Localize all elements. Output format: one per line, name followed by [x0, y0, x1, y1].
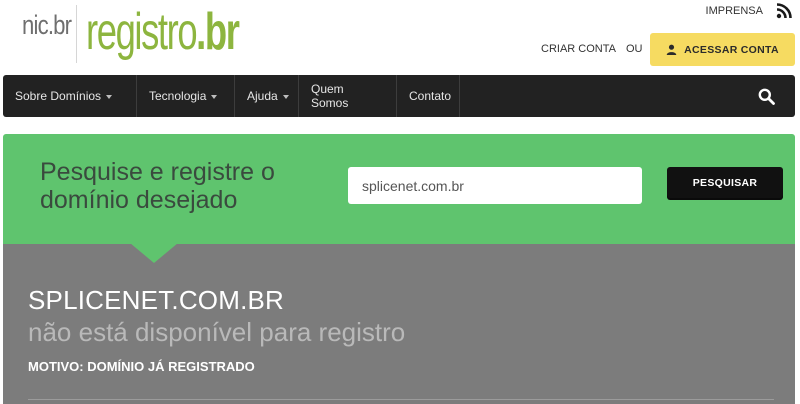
result-status: não está disponível para registro [28, 317, 406, 347]
logo-br-text: .br [196, 3, 240, 61]
domain-search-input[interactable] [348, 167, 642, 204]
logo-divider [76, 5, 77, 63]
nav-item-label: Ajuda [247, 89, 278, 103]
acessar-conta-label: ACESSAR CONTA [684, 43, 779, 56]
site-header: nic.br registro.br IMPRENSA CRIAR CONTA … [0, 0, 800, 74]
criar-conta-link[interactable]: CRIAR CONTA [541, 43, 616, 55]
nic-br-logo[interactable]: nic.br [22, 10, 72, 41]
result-reason: MOTIVO: DOMÍNIO JÁ REGISTRADO [28, 359, 255, 374]
nav-item-label: Tecnologia [149, 89, 207, 103]
logo-registro-text: registro [86, 3, 198, 61]
nav-item-tecnologia[interactable]: Tecnologia [137, 75, 235, 117]
nav-item-contato[interactable]: Contato [397, 75, 460, 117]
result-domain: SPLICENET.COM.BR [28, 285, 285, 315]
rss-icon[interactable] [776, 3, 792, 19]
panel-pointer [130, 243, 178, 263]
user-icon [666, 44, 677, 55]
result-divider [28, 399, 774, 400]
nav-item-label: Quem Somos [311, 82, 349, 110]
nav-item-sobre-dominios[interactable]: Sobre Domínios [3, 75, 137, 117]
main-navbar: Sobre Domínios Tecnologia Ajuda Quem Som… [3, 75, 795, 117]
imprensa-link[interactable]: IMPRENSA [706, 5, 763, 17]
nav-item-label: Sobre Domínios [15, 89, 102, 103]
pesquisar-button[interactable]: PESQUISAR [667, 167, 783, 198]
caret-down-icon [282, 95, 289, 99]
search-panel-title: Pesquise e registre o domínio desejado [40, 158, 275, 214]
caret-down-icon [106, 95, 113, 99]
nav-item-quem-somos[interactable]: Quem Somos [299, 75, 397, 117]
ou-text: OU [626, 43, 643, 55]
caret-down-icon [211, 95, 218, 99]
acessar-conta-button[interactable]: ACESSAR CONTA [650, 33, 795, 66]
search-icon[interactable] [758, 88, 775, 105]
registro-br-logo[interactable]: registro.br [86, 2, 240, 62]
nav-item-ajuda[interactable]: Ajuda [235, 75, 299, 117]
nav-item-label: Contato [409, 89, 452, 103]
